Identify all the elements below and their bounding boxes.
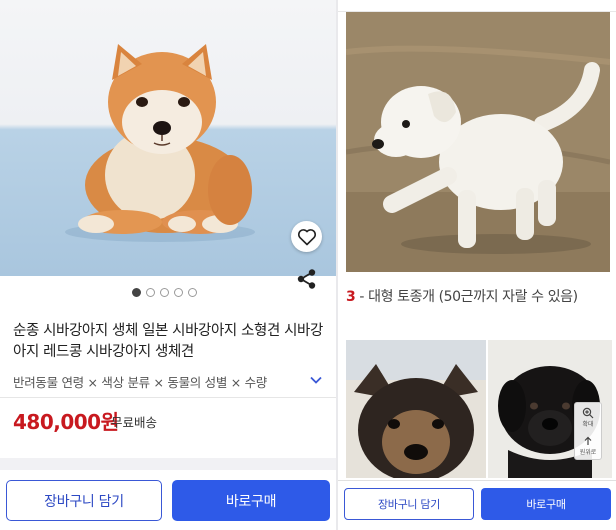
product-options-summary[interactable]: 반려동물 연령 × 색상 분류 × 동물의 성별 × 수량 [13, 372, 325, 392]
divider [338, 480, 616, 481]
product-description-panel: 3 - 대형 토종개 (50근까지 자랄 수 있음) 확대 원위로 장바구니 담… [338, 0, 616, 530]
carousel-dot[interactable] [188, 288, 197, 297]
section-gap [0, 458, 338, 470]
reset-zoom-label: 원위로 [579, 448, 597, 456]
description-image-shepherd-puppy [346, 340, 486, 478]
caption-number: 3 [346, 289, 356, 305]
share-button[interactable] [294, 266, 320, 292]
caption-text: - 대형 토종개 (50근까지 자랄 수 있음) [355, 289, 578, 305]
chevron-down-icon [310, 376, 322, 384]
product-title: 순종 시바강아지 생체 일본 시바강아지 소형견 시바강아지 레드콩 시바강아지… [13, 323, 323, 360]
divider [0, 397, 338, 398]
product-price: 480,000원 [13, 410, 119, 434]
product-image-shiba[interactable] [0, 0, 338, 276]
add-to-cart-button[interactable]: 장바구니 담기 [344, 488, 474, 520]
carousel-dot[interactable] [160, 288, 169, 297]
zoom-in-label: 확대 [582, 420, 594, 428]
carousel-dot[interactable] [132, 288, 141, 297]
favorite-button[interactable] [291, 221, 322, 252]
buy-now-button[interactable]: 바로구매 [481, 488, 611, 520]
shipping-badge: 무료배송 [111, 415, 158, 430]
zoom-control: 확대 원위로 [574, 402, 602, 460]
carousel-dot[interactable] [174, 288, 183, 297]
description-image-white-puppy [346, 12, 610, 272]
buy-now-button[interactable]: 바로구매 [172, 480, 330, 521]
zoom-in-icon [582, 407, 594, 418]
heart-icon [297, 228, 316, 245]
top-strip [338, 0, 616, 12]
add-to-cart-button[interactable]: 장바구니 담기 [6, 480, 162, 521]
reset-arrow-icon [584, 436, 592, 445]
shiba-puppy-illustration [65, 44, 255, 242]
carousel-dot[interactable] [146, 288, 155, 297]
carousel-indicator [132, 288, 197, 297]
shepherd-puppy-illustration [346, 340, 486, 478]
reset-zoom-button[interactable]: 원위로 [579, 435, 597, 456]
description-caption: 3 - 대형 토종개 (50근까지 자랄 수 있음) [346, 285, 608, 309]
zoom-in-button[interactable]: 확대 [582, 407, 594, 428]
white-puppy-illustration [346, 12, 610, 272]
product-detail-panel: 순종 시바강아지 생체 일본 시바강아지 소형견 시바강아지 레드콩 시바강아지… [0, 0, 338, 530]
share-icon [297, 269, 316, 289]
options-expand-button[interactable] [307, 371, 325, 389]
